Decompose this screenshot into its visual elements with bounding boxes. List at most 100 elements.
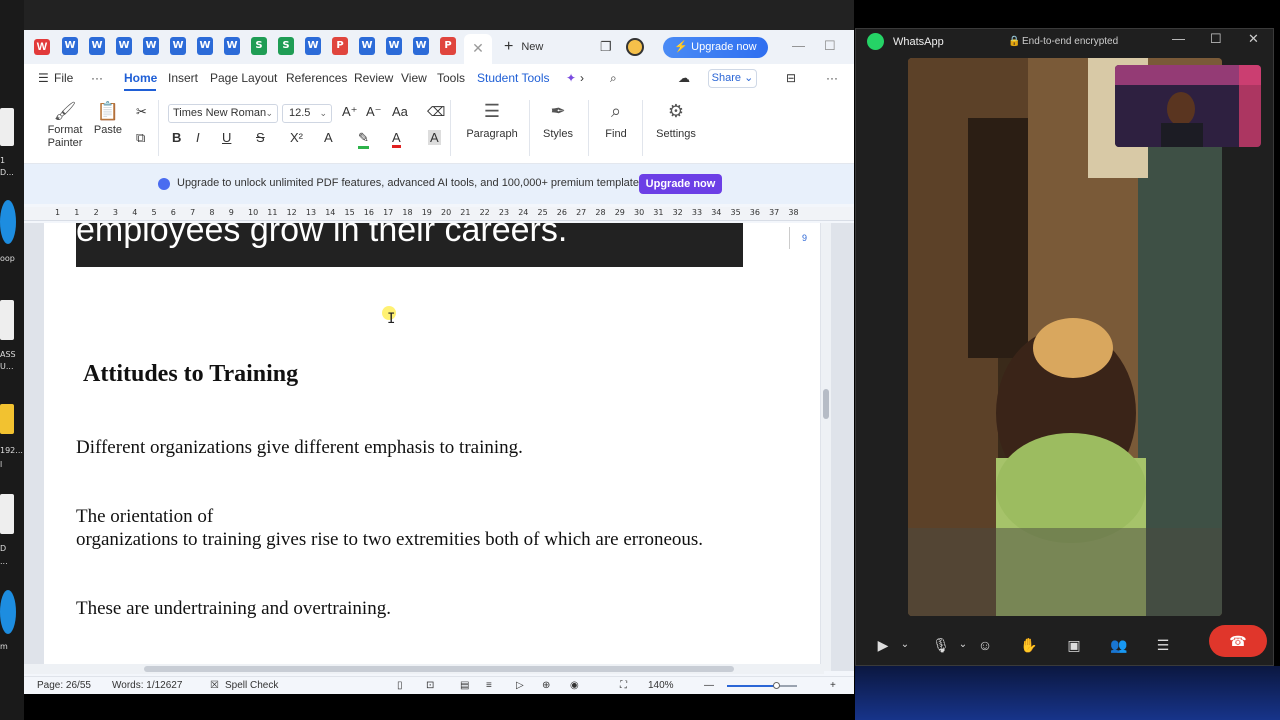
tab-view[interactable]: View xyxy=(401,71,427,85)
avatar[interactable] xyxy=(626,38,644,56)
word-count[interactable]: Words: 1/12627 xyxy=(112,680,182,691)
zoom-level[interactable]: 140% xyxy=(648,680,674,691)
horizontal-scroll-thumb[interactable] xyxy=(144,666,734,672)
shrink-font-icon[interactable]: A⁻ xyxy=(366,104,382,120)
comment-marker[interactable]: 9 xyxy=(789,227,819,249)
zoom-slider-knob[interactable] xyxy=(773,682,780,689)
desktop-app-icon[interactable] xyxy=(0,200,16,244)
view-mode-icon[interactable]: ▯ xyxy=(397,680,403,691)
cloud-icon[interactable]: ☁ xyxy=(678,71,690,85)
list-view-icon[interactable]: ≡ xyxy=(486,680,492,691)
doc-tab[interactable]: W xyxy=(305,37,321,55)
layout-options-icon[interactable]: ⊟ xyxy=(786,71,796,85)
styles-button[interactable]: ✒ Styles xyxy=(536,98,580,140)
self-video-preview[interactable] xyxy=(1115,65,1261,147)
font-name-select[interactable]: Times New Roman ⌄ xyxy=(168,104,278,123)
desktop-app-icon[interactable] xyxy=(0,590,16,634)
doc-tab[interactable]: W xyxy=(89,37,105,55)
promo-upgrade-button[interactable]: Upgrade now xyxy=(639,174,722,194)
end-call-button[interactable]: ☎ xyxy=(1209,625,1267,657)
doc-tab[interactable]: W xyxy=(359,37,375,55)
eye-protection-icon[interactable]: ◉ xyxy=(570,680,579,691)
spell-check-button[interactable]: Spell Check xyxy=(225,680,278,691)
doc-tab[interactable]: W xyxy=(386,37,402,55)
tab-insert[interactable]: Insert xyxy=(168,71,198,85)
minimize-icon[interactable]: — xyxy=(792,38,805,53)
vertical-scrollbar[interactable] xyxy=(821,223,831,671)
change-case-icon[interactable]: Aa xyxy=(392,104,408,119)
close-icon[interactable]: ✕ xyxy=(1248,31,1259,47)
desktop-folder-icon[interactable] xyxy=(0,404,14,434)
wps-logo-icon[interactable]: W xyxy=(34,39,50,55)
active-tab-close-icon[interactable]: ✕ xyxy=(464,34,492,64)
play-icon[interactable]: ▷ xyxy=(516,680,524,691)
zoom-out-icon[interactable]: — xyxy=(704,680,714,691)
doc-tab[interactable]: W xyxy=(413,37,429,55)
maximize-icon[interactable]: ☐ xyxy=(1210,31,1222,47)
tab-student-tools[interactable]: Student Tools xyxy=(477,71,550,85)
eraser-icon[interactable]: ⌫ xyxy=(427,104,445,120)
more-menu-icon[interactable]: ☰ xyxy=(1150,632,1176,658)
text-effect-icon[interactable]: A xyxy=(324,130,333,145)
paragraph-button[interactable]: ☰ Paragraph xyxy=(460,98,524,140)
bold-icon[interactable]: B xyxy=(172,130,181,145)
share-button[interactable]: Share ⌄ xyxy=(708,69,757,88)
paste-button[interactable]: 📋 Paste xyxy=(88,98,128,136)
pdf-tab[interactable]: P xyxy=(440,37,456,55)
tab-review[interactable]: Review xyxy=(354,71,393,85)
tab-tools[interactable]: Tools xyxy=(437,71,465,85)
more-icon[interactable]: ··· xyxy=(91,71,103,85)
raise-hand-icon[interactable]: ✋ xyxy=(1016,632,1042,658)
settings-button[interactable]: ⚙ Settings xyxy=(650,98,702,140)
tab-home[interactable]: Home xyxy=(124,71,157,85)
desktop-file-icon[interactable] xyxy=(0,494,14,534)
doc-tab[interactable]: W xyxy=(170,37,186,55)
page-indicator[interactable]: Page: 26/55 xyxy=(37,680,91,691)
strikethrough-icon[interactable]: S xyxy=(256,130,265,145)
document-page[interactable]: employees grow in their careers. 9 I Att… xyxy=(44,223,820,671)
new-tab-button[interactable]: + New xyxy=(504,38,543,56)
character-shading-icon[interactable]: A xyxy=(428,130,441,145)
grow-font-icon[interactable]: A⁺ xyxy=(342,104,358,120)
zoom-in-icon[interactable]: + xyxy=(830,680,836,691)
maximize-icon[interactable]: ☐ xyxy=(824,38,836,54)
ai-sparkle-icon[interactable]: ✦ xyxy=(566,71,576,85)
tab-references[interactable]: References xyxy=(286,71,347,85)
font-color-icon[interactable]: A xyxy=(392,130,401,148)
more-options-icon[interactable]: ··· xyxy=(826,71,838,85)
web-view-icon[interactable]: ⊕ xyxy=(542,680,550,691)
hamburger-icon[interactable]: ☰ xyxy=(38,71,49,85)
fit-page-icon[interactable]: ⛶ xyxy=(620,680,627,691)
zoom-slider[interactable] xyxy=(727,682,797,689)
doc-tab[interactable]: W xyxy=(224,37,240,55)
highlight-icon[interactable]: ✎ xyxy=(358,130,369,149)
pdf-tab[interactable]: P xyxy=(332,37,348,55)
desktop-file-icon[interactable] xyxy=(0,300,14,340)
font-size-select[interactable]: 12.5 ⌄ xyxy=(282,104,332,123)
chevron-right-icon[interactable]: › xyxy=(580,71,584,85)
tab-page-layout[interactable]: Page Layout xyxy=(210,71,277,85)
doc-tab[interactable]: W xyxy=(62,37,78,55)
horizontal-ruler[interactable]: 1 1 2 3 4 5 6 7 8 9 10 11 12 13 14 15 16 17 18 19 20 21 22 23 24… xyxy=(24,207,854,221)
doc-tab[interactable]: W xyxy=(197,37,213,55)
emoji-icon[interactable]: ☺ xyxy=(972,632,998,658)
search-icon[interactable]: ⌕ xyxy=(610,71,617,86)
superscript-icon[interactable]: X² xyxy=(290,130,303,145)
doc-tab[interactable]: W xyxy=(116,37,132,55)
italic-icon[interactable]: I xyxy=(196,130,200,145)
desktop-file-icon[interactable] xyxy=(0,108,14,146)
outline-icon[interactable]: ⊡ xyxy=(426,680,434,691)
sheet-tab[interactable]: S xyxy=(251,37,267,55)
cut-icon[interactable]: ✂ xyxy=(136,104,147,120)
sheet-tab[interactable]: S xyxy=(278,37,294,55)
copy-icon[interactable]: ⧉ xyxy=(136,130,145,146)
print-layout-icon[interactable]: ▤ xyxy=(460,680,469,691)
format-painter-button[interactable]: 🖌 Format Painter xyxy=(40,98,90,150)
chevron-down-icon[interactable]: ⌄ xyxy=(892,632,918,658)
add-participant-icon[interactable]: 👥 xyxy=(1106,632,1132,658)
minimize-icon[interactable]: — xyxy=(1172,31,1185,46)
upgrade-now-button[interactable]: ⚡ Upgrade now xyxy=(663,37,768,58)
menu-file[interactable]: File xyxy=(54,71,73,85)
share-screen-icon[interactable]: ▣ xyxy=(1061,632,1087,658)
window-layout-icon[interactable]: ❐ xyxy=(600,39,612,55)
